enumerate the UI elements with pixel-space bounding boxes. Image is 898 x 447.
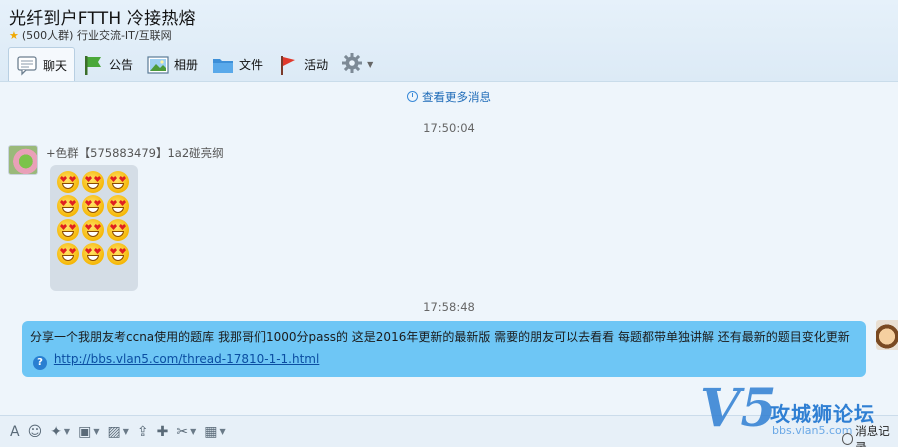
tab-activity[interactable]: 活动 <box>270 47 335 82</box>
gift-icon: ▣ <box>78 423 92 440</box>
my-message-bubble[interactable]: 分享一个我朋友考ccna使用的题库 我那哥们1000分pass的 这是2016年… <box>22 321 866 377</box>
upload-button[interactable]: ⇪ <box>137 424 149 440</box>
image-icon: ▨ <box>107 423 121 440</box>
heart-eyes-emoji-icon <box>82 243 104 265</box>
emoji-message-bubble[interactable] <box>50 165 138 291</box>
my-message-text: 分享一个我朋友考ccna使用的题库 我那哥们1000分pass的 这是2016年… <box>30 330 850 344</box>
group-header: 光纤到户FTTH 冷接热熔 ★ (500人群) 行业交流-IT/互联网 聊天 公… <box>0 0 898 82</box>
chat-area[interactable]: 查看更多消息 17:50:04 +色群【575883479】1a2碰亮纲 17:… <box>0 82 898 415</box>
font-icon: A <box>10 423 20 440</box>
tab-album[interactable]: 相册 <box>140 47 205 82</box>
chat-bubble-icon <box>16 54 38 76</box>
chevron-down-icon: ▼ <box>63 427 71 436</box>
tab-activity-label: 活动 <box>304 58 329 72</box>
view-more-messages-link[interactable]: 查看更多消息 <box>0 89 898 105</box>
message-record-label: 消息记录 <box>855 424 890 447</box>
photo-album-icon <box>147 54 169 76</box>
group-title: 光纤到户FTTH 冷接热熔 <box>9 9 196 29</box>
timestamp: 17:58:48 <box>423 300 475 314</box>
tab-album-label: 相册 <box>174 58 199 72</box>
more-icon: ▦ <box>204 423 218 440</box>
magic-wand-button[interactable]: ✦ ▼ <box>50 424 70 440</box>
watermark-url: bbs.vlan5.com <box>772 424 853 437</box>
avatar[interactable] <box>8 145 38 175</box>
upload-icon: ⇪ <box>136 423 149 440</box>
present-icon: ✚ <box>156 423 169 440</box>
scissors-icon: ✂ <box>176 423 189 440</box>
tab-bar: 聊天 公告 相册 文件 活动 ▼ <box>8 47 379 82</box>
gear-icon <box>341 52 363 77</box>
magic-wand-icon: ✦ <box>50 423 62 440</box>
emoji-button[interactable]: ☺ <box>28 424 43 440</box>
announcement-flag-icon <box>82 54 104 76</box>
timestamp: 17:50:04 <box>423 121 475 135</box>
group-meta: ★ (500人群) 行业交流-IT/互联网 <box>9 27 172 43</box>
group-meta-text[interactable]: (500人群) 行业交流-IT/互联网 <box>22 27 172 43</box>
heart-eyes-emoji-icon <box>82 219 104 241</box>
tab-announcement-label: 公告 <box>109 58 134 72</box>
more-button[interactable]: ▦ ▼ <box>204 424 225 440</box>
message-record-button[interactable]: 消息记录 <box>842 423 898 447</box>
clock-icon <box>842 433 854 445</box>
font-button[interactable]: A <box>10 424 20 440</box>
heart-eyes-emoji-icon <box>82 195 104 217</box>
folder-icon <box>212 54 234 76</box>
present-button[interactable]: ✚ <box>157 424 169 440</box>
view-more-label: 查看更多消息 <box>422 90 491 104</box>
clock-icon <box>407 91 418 102</box>
tab-files[interactable]: 文件 <box>205 47 270 82</box>
settings-menu-button[interactable]: ▼ <box>335 47 379 82</box>
chevron-down-icon: ▼ <box>367 60 374 69</box>
chevron-down-icon: ▼ <box>190 427 197 436</box>
heart-eyes-emoji-icon <box>107 195 129 217</box>
chevron-down-icon: ▼ <box>93 427 100 436</box>
tab-chat-label: 聊天 <box>43 58 68 73</box>
heart-eyes-emoji-icon <box>57 219 79 241</box>
heart-eyes-emoji-icon <box>82 171 104 193</box>
activity-flag-icon <box>277 54 299 76</box>
watermark-logo: V5 <box>700 378 777 439</box>
image-button[interactable]: ▨ ▼ <box>107 424 128 440</box>
heart-eyes-emoji-icon <box>107 171 129 193</box>
message-link[interactable]: http://bbs.vlan5.com/thread-17810-1-1.ht… <box>54 352 320 366</box>
chevron-down-icon: ▼ <box>219 427 226 436</box>
chevron-down-icon: ▼ <box>122 427 129 436</box>
gift-button[interactable]: ▣ ▼ <box>78 424 99 440</box>
heart-eyes-emoji-icon <box>57 243 79 265</box>
heart-eyes-emoji-icon <box>107 219 129 241</box>
question-icon: ? <box>33 356 47 370</box>
tab-files-label: 文件 <box>239 58 264 72</box>
star-icon: ★ <box>9 28 19 42</box>
tab-announcement[interactable]: 公告 <box>75 47 140 82</box>
avatar[interactable] <box>876 320 898 350</box>
tab-chat[interactable]: 聊天 <box>8 47 76 82</box>
heart-eyes-emoji-icon <box>57 171 79 193</box>
scissors-button[interactable]: ✂ ▼ <box>176 424 196 440</box>
sender-name[interactable]: +色群【575883479】1a2碰亮纲 <box>46 145 224 161</box>
emoji-icon: ☺ <box>27 423 43 440</box>
heart-eyes-emoji-icon <box>57 195 79 217</box>
heart-eyes-emoji-icon <box>107 243 129 265</box>
